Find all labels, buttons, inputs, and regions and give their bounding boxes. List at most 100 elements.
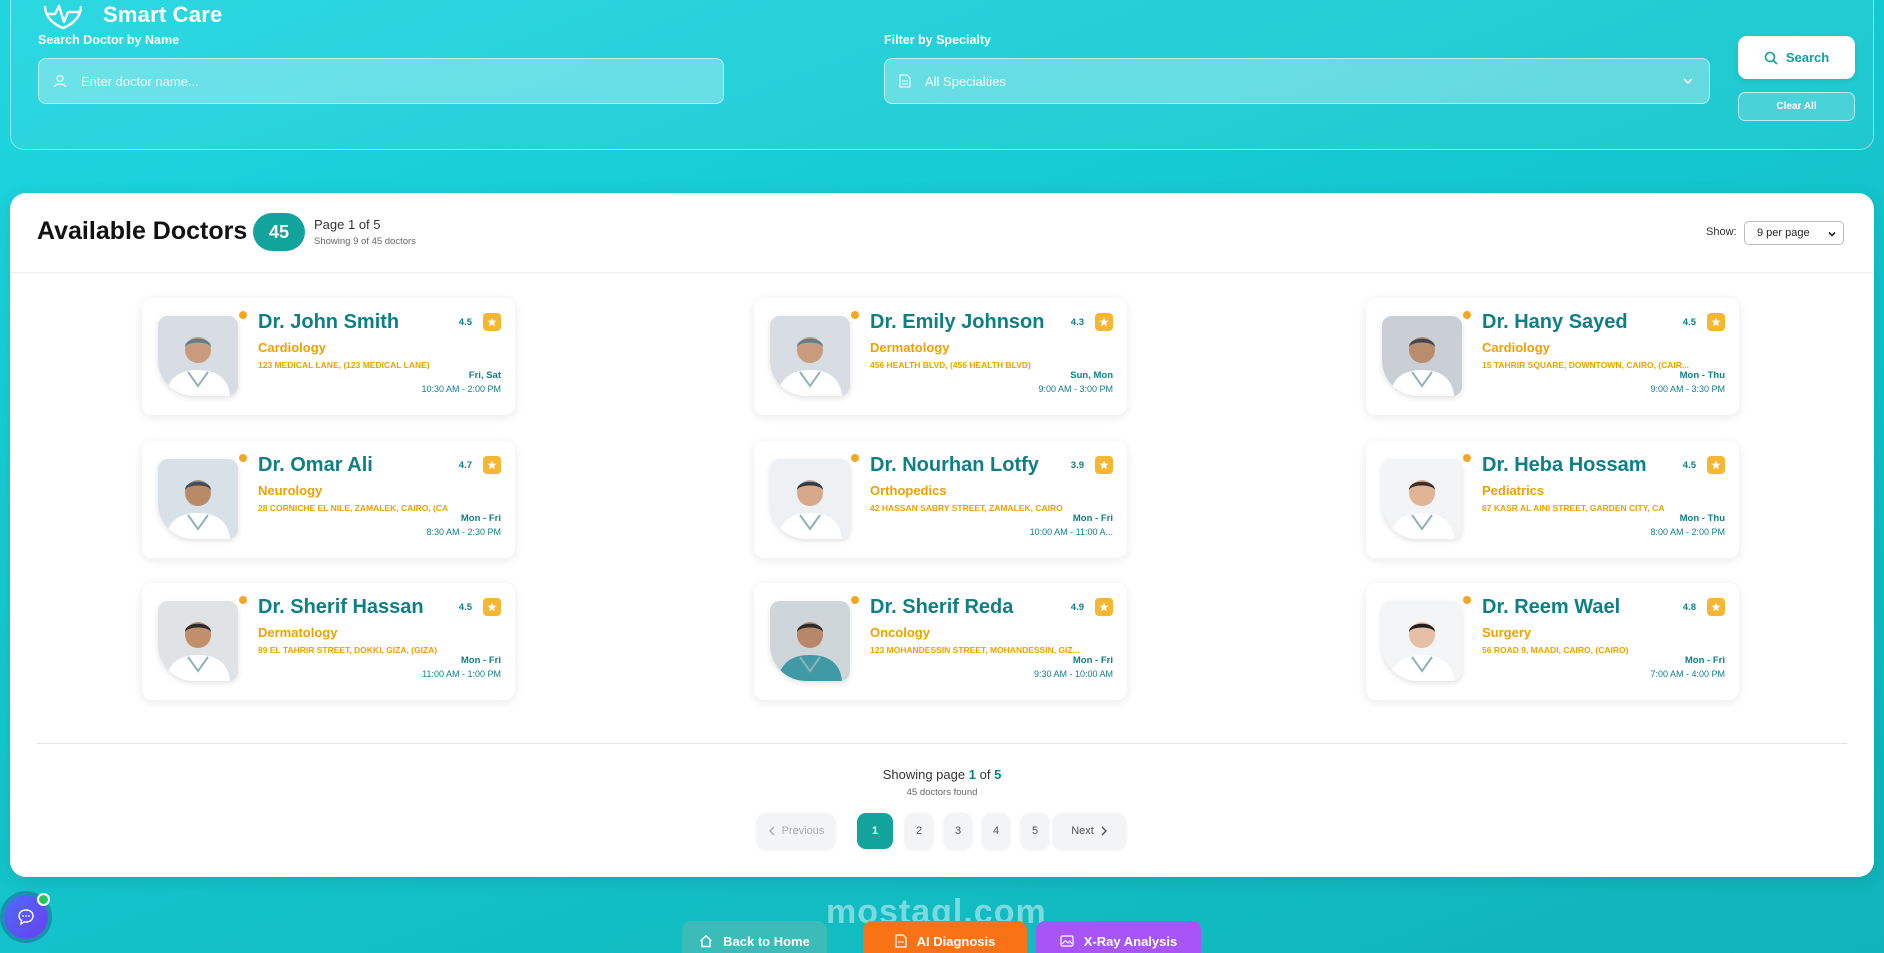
doctor-card[interactable]: Dr. Heba Hossam Pediatrics 67 KASR AL AINI…: [1366, 441, 1739, 558]
doctor-card[interactable]: Dr. Hany Sayed Cardiology 15 TAHRIR SQUARE…: [1366, 298, 1739, 415]
page-button-5[interactable]: 5: [1021, 813, 1049, 849]
doctor-name[interactable]: Dr. Sherif Reda: [870, 596, 1013, 619]
home-icon: [700, 935, 713, 948]
doctor-days: Mon - Thu: [1679, 513, 1725, 524]
doctor-specialty: Oncology: [870, 625, 930, 640]
total-pages: 5: [994, 767, 1002, 782]
doctor-photo: [158, 316, 238, 396]
doctor-card[interactable]: Dr. Nourhan Lotfy Orthopedics 42 HASSAN SA…: [754, 441, 1127, 558]
online-dot: [1463, 311, 1471, 319]
doctor-avatar: [1382, 459, 1462, 539]
showing-prefix: Showing page: [882, 767, 966, 782]
online-status-dot: [37, 893, 50, 906]
doctor-avatar: [770, 316, 850, 396]
doctor-card[interactable]: Dr. Sherif Reda Oncology 123 MOHANDESSIN S…: [754, 583, 1127, 700]
doctor-address: 15 TAHRIR SQUARE, DOWNTOWN, CAIRO, (CAIR…: [1482, 360, 1689, 370]
clear-all-button[interactable]: Clear All: [1738, 92, 1855, 121]
document-icon: [899, 74, 911, 88]
xray-analysis-button[interactable]: X-Ray Analysis: [1036, 921, 1201, 953]
doctor-days: Mon - Fri: [1072, 513, 1113, 524]
heart-pulse-icon: [43, 4, 83, 30]
doctor-hours: 8:00 AM - 2:00 PM: [1650, 527, 1725, 537]
doctor-hours: 8:30 AM - 2:30 PM: [426, 527, 501, 537]
search-button[interactable]: Search: [1738, 36, 1855, 79]
doctor-avatar: [770, 459, 850, 539]
doctor-rating: 4.3: [1070, 317, 1084, 328]
specialty-select[interactable]: All Specialties: [884, 58, 1710, 104]
online-dot: [239, 311, 247, 319]
per-page-select[interactable]: 9 per page: [1744, 221, 1844, 245]
doctor-days: Sun, Mon: [1070, 370, 1113, 381]
doctor-address: 123 MOHANDESSIN STREET, MOHANDESSIN, GIZ…: [870, 645, 1080, 655]
doctor-address: 42 HASSAN SABRY STREET, ZAMALEK, CAIRO: [870, 503, 1063, 513]
brand[interactable]: Smart Care: [41, 0, 222, 30]
user-icon: [53, 74, 67, 88]
doctor-address: 67 KASR AL AINI STREET, GARDEN CITY, CA: [1482, 503, 1665, 513]
online-dot: [851, 596, 859, 604]
doctors-found: 45 doctors found: [906, 787, 978, 798]
search-panel: Smart Care Search Doctor by Name Filter …: [10, 0, 1874, 150]
doctor-specialty: Surgery: [1482, 625, 1532, 640]
doctor-card[interactable]: Dr. Emily Johnson Dermatology 456 HEALTH B…: [754, 298, 1127, 415]
page-button-4[interactable]: 4: [982, 813, 1010, 849]
page-button-2[interactable]: 2: [905, 813, 933, 849]
chevron-right-icon: [1101, 826, 1107, 836]
doctor-avatar: [158, 316, 238, 396]
online-dot: [851, 311, 859, 319]
doctor-name[interactable]: Dr. Emily Johnson: [870, 311, 1044, 334]
doctor-photo: [770, 459, 850, 539]
previous-page-button[interactable]: Previous: [757, 813, 835, 849]
doctor-name[interactable]: Dr. Omar Ali: [258, 454, 373, 477]
doctor-name[interactable]: Dr. Heba Hossam: [1482, 454, 1647, 477]
doctor-hours: 10:30 AM - 2:00 PM: [421, 384, 501, 394]
doctor-days: Mon - Fri: [460, 513, 501, 524]
doctor-avatar: [1382, 601, 1462, 681]
of-label: of: [979, 767, 991, 782]
doctor-photo: [1382, 601, 1462, 681]
doctor-photo: [158, 459, 238, 539]
doctor-address: 456 HEALTH BLVD, (456 HEALTH BLVD): [870, 360, 1031, 370]
star-icon: [1707, 456, 1725, 474]
doctor-card[interactable]: Dr. Sherif Hassan Dermatology 89 EL TAHRIR…: [142, 583, 515, 700]
ai-diagnosis-button[interactable]: AI Diagnosis: [863, 921, 1027, 953]
doctor-address: 89 EL TAHRIR STREET, DOKKI, GIZA, (GIZA): [258, 645, 438, 655]
doctor-card[interactable]: Dr. John Smith Cardiology 123 MEDICAL LANE…: [142, 298, 515, 415]
star-icon: [1095, 598, 1113, 616]
page-button-1[interactable]: 1: [857, 813, 893, 849]
doctor-hours: 9:00 AM - 3:30 PM: [1650, 384, 1725, 394]
doctor-rating: 4.5: [1682, 460, 1696, 471]
doctor-card[interactable]: Dr. Reem Wael Surgery 56 ROAD 9, MAADI, CA…: [1366, 583, 1739, 700]
next-page-button[interactable]: Next: [1053, 813, 1126, 849]
doctor-days: Mon - Thu: [1679, 370, 1725, 381]
doctor-rating: 4.5: [1682, 317, 1696, 328]
xray-analysis-label: X-Ray Analysis: [1083, 933, 1178, 949]
back-to-home-button[interactable]: Back to Home: [682, 921, 827, 953]
doctor-rating: 4.5: [458, 602, 472, 613]
back-to-home-label: Back to Home: [723, 933, 810, 949]
specialty-filter-label: Filter by Specialty: [884, 33, 991, 47]
page-button-3[interactable]: 3: [944, 813, 972, 849]
page-title: Available Doctors: [37, 217, 248, 245]
doctor-days: Mon - Fri: [460, 655, 501, 666]
online-dot: [1463, 596, 1471, 604]
doctor-count-badge: 45: [253, 213, 305, 251]
chevron-left-icon: [768, 826, 775, 836]
search-icon: [1764, 51, 1778, 65]
name-search-field[interactable]: [38, 58, 724, 104]
online-dot: [239, 596, 247, 604]
page-sub-info: Showing 9 of 45 doctors: [314, 236, 416, 247]
doctor-name[interactable]: Dr. Hany Sayed: [1482, 311, 1628, 334]
doctor-name[interactable]: Dr. Sherif Hassan: [258, 596, 424, 619]
doctor-specialty: Neurology: [258, 483, 323, 498]
doctor-name[interactable]: Dr. Reem Wael: [1482, 596, 1620, 619]
star-icon: [1707, 598, 1725, 616]
doctor-rating: 4.9: [1070, 602, 1084, 613]
doctor-avatar: [1382, 316, 1462, 396]
doctor-name[interactable]: Dr. John Smith: [258, 311, 399, 334]
doctor-name[interactable]: Dr. Nourhan Lotfy: [870, 454, 1039, 477]
doctor-days: Mon - Fri: [1684, 655, 1725, 666]
show-label: Show:: [1706, 226, 1737, 238]
doctor-card[interactable]: Dr. Omar Ali Neurology 28 CORNICHE EL NILE…: [142, 441, 515, 558]
name-search-input[interactable]: [81, 73, 641, 89]
doctor-days: Mon - Fri: [1072, 655, 1113, 666]
